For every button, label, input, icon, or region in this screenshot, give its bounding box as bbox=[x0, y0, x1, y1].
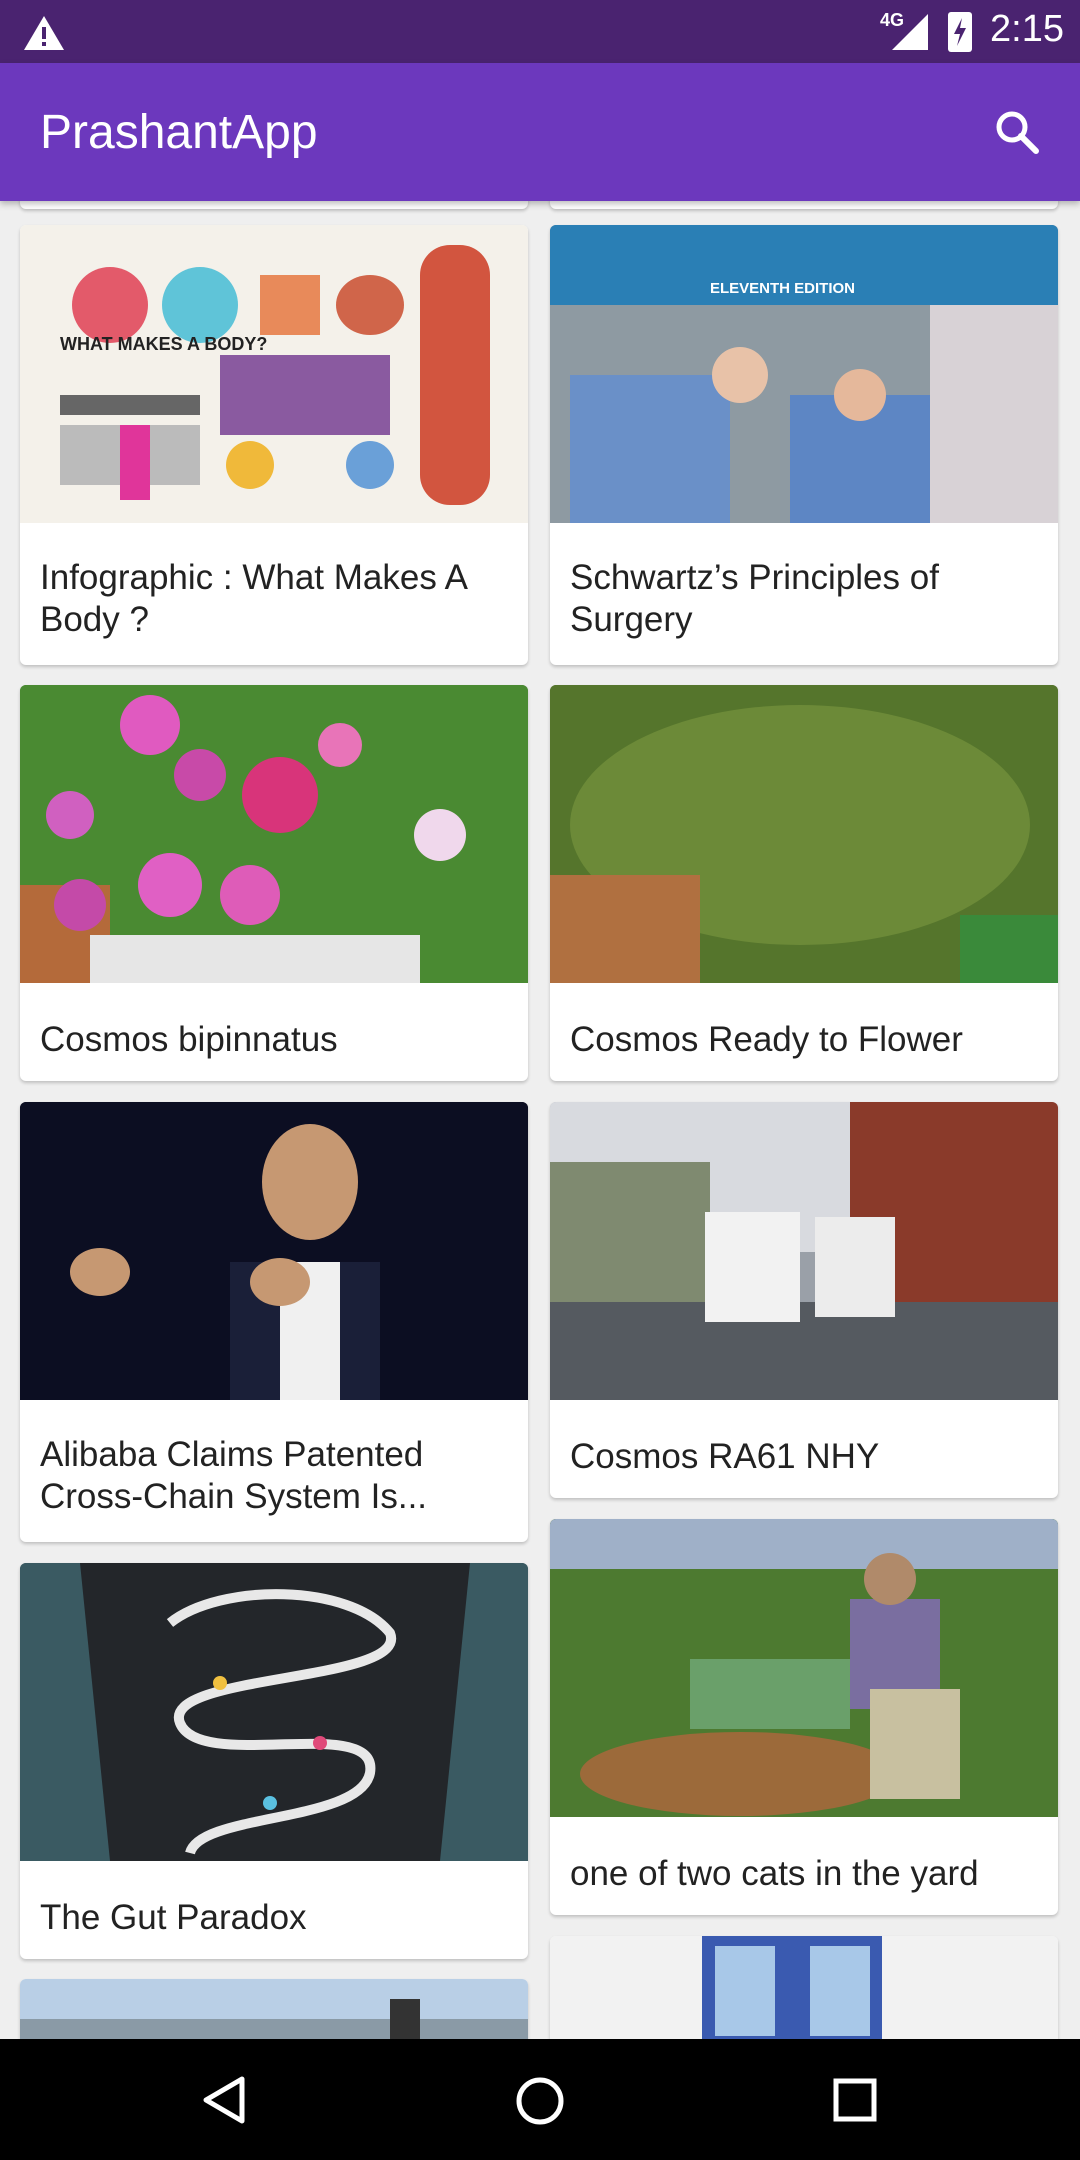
card-title: Cosmos RA61 NHY bbox=[570, 1437, 880, 1476]
card-title: Cosmos Ready to Flower bbox=[570, 1020, 963, 1059]
card-title: Schwartz’s Principles of Surgery bbox=[570, 558, 939, 639]
card-image bbox=[20, 1563, 528, 1861]
card-image bbox=[20, 685, 528, 983]
card-title: Cosmos bipinnatus bbox=[40, 1020, 338, 1059]
card-title: Alibaba Claims Patented Cross-Chain Syst… bbox=[40, 1435, 428, 1516]
home-icon[interactable] bbox=[514, 2075, 566, 2127]
card-image bbox=[20, 1979, 528, 2039]
card-title: The Gut Paradox bbox=[40, 1898, 307, 1937]
status-time: 2:15 bbox=[990, 8, 1064, 50]
infographic-image-text: WHAT MAKES A BODY? bbox=[60, 334, 267, 354]
battery-charging-icon bbox=[948, 12, 972, 52]
card-alibaba[interactable]: Alibaba Claims Patented Cross-Chain Syst… bbox=[20, 1102, 528, 1542]
image-grid[interactable]: WHAT MAKES A BODY? Infographic : What Ma… bbox=[0, 201, 1080, 2039]
card-image bbox=[550, 1519, 1058, 1817]
card-image bbox=[550, 685, 1058, 983]
app-title: PrashantApp bbox=[40, 106, 318, 159]
back-icon[interactable] bbox=[200, 2075, 250, 2125]
warning-icon bbox=[24, 16, 64, 50]
signal-icon bbox=[892, 14, 928, 50]
card-cosmos-bipinnatus[interactable]: Cosmos bipinnatus bbox=[20, 685, 528, 1081]
card-cosmos-ra61[interactable]: Cosmos RA61 NHY bbox=[550, 1102, 1058, 1498]
card-partial-top-left[interactable] bbox=[20, 201, 528, 209]
card-image bbox=[550, 1936, 1058, 2039]
recents-icon[interactable] bbox=[832, 2077, 878, 2123]
status-bar: 4G 2:15 bbox=[0, 0, 1080, 63]
search-icon[interactable] bbox=[990, 105, 1044, 159]
card-image: ELEVENTH EDITION bbox=[550, 225, 1058, 523]
surgery-image-text: ELEVENTH EDITION bbox=[710, 280, 855, 297]
card-surgery[interactable]: ELEVENTH EDITION Schwartz’s Principles o… bbox=[550, 225, 1058, 665]
card-title: Infographic : What Makes A Body ? bbox=[40, 558, 467, 639]
app-bar: PrashantApp bbox=[0, 63, 1080, 201]
card-image: WHAT MAKES A BODY? bbox=[20, 225, 528, 523]
card-cats-yard[interactable]: one of two cats in the yard bbox=[550, 1519, 1058, 1915]
card-partial-bottom-right[interactable] bbox=[550, 1936, 1058, 2039]
card-image bbox=[20, 1102, 528, 1400]
card-partial-top-right[interactable] bbox=[550, 201, 1058, 209]
card-image bbox=[550, 1102, 1058, 1400]
card-title: one of two cats in the yard bbox=[570, 1854, 979, 1893]
card-partial-bottom-left[interactable] bbox=[20, 1979, 528, 2039]
card-infographic[interactable]: WHAT MAKES A BODY? Infographic : What Ma… bbox=[20, 225, 528, 665]
card-gut-paradox[interactable]: The Gut Paradox bbox=[20, 1563, 528, 1959]
navigation-bar bbox=[0, 2039, 1080, 2160]
card-cosmos-ready[interactable]: Cosmos Ready to Flower bbox=[550, 685, 1058, 1081]
